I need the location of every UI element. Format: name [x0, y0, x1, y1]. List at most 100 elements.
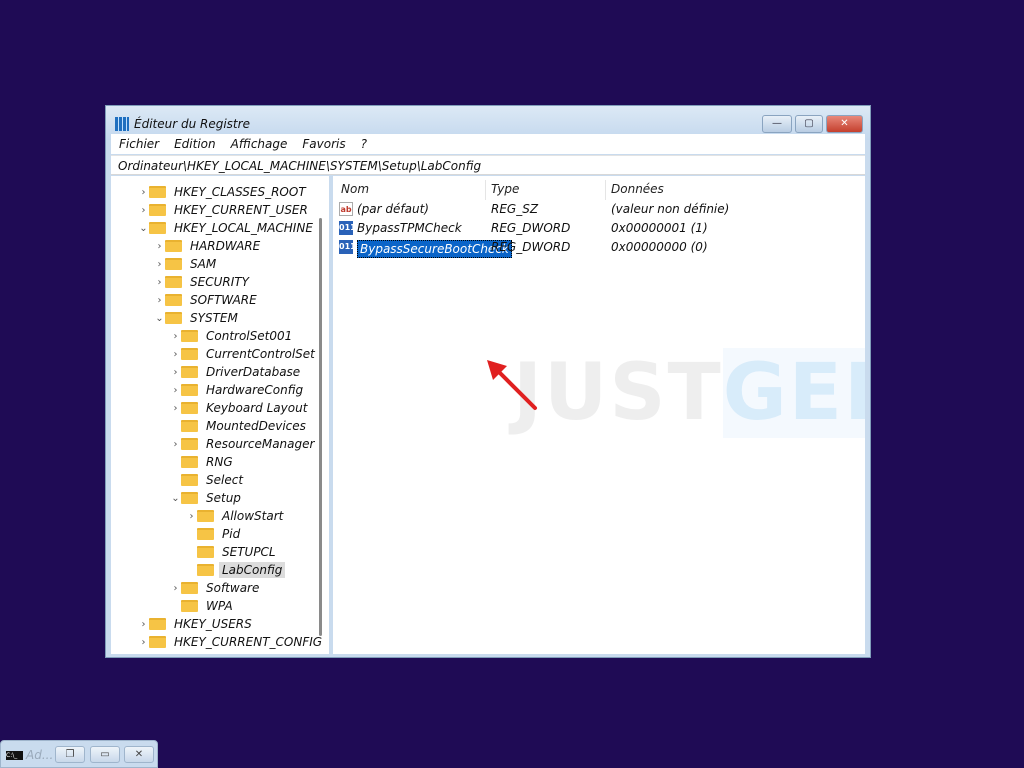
tree-item-label: Pid	[222, 527, 241, 541]
tree-item[interactable]: ⌄ HKEY_LOCAL_MACHINE	[138, 219, 316, 237]
chevron-right-icon[interactable]: ›	[154, 241, 165, 252]
tree-item[interactable]: › HardwareConfig	[170, 381, 306, 399]
folder-icon	[181, 366, 198, 378]
tree-item[interactable]: › HKEY_CURRENT_USER	[138, 201, 311, 219]
chevron-right-icon[interactable]: ›	[138, 205, 149, 216]
chevron-right-icon[interactable]: ›	[138, 187, 149, 198]
folder-icon	[181, 600, 198, 612]
tree-item[interactable]: ⌄ SYSTEM	[154, 309, 241, 327]
chevron-right-icon[interactable]: ›	[138, 619, 149, 630]
value-type: REG_SZ	[491, 202, 539, 216]
menu-bar: Fichier Edition Affichage Favoris ?	[111, 134, 865, 154]
restore-button[interactable]: ❐	[55, 746, 85, 763]
menu-fichier[interactable]: Fichier	[111, 134, 166, 154]
tree-item-label: MountedDevices	[206, 419, 306, 433]
chevron-right-icon[interactable]: ›	[154, 295, 165, 306]
address-bar[interactable]: Ordinateur\HKEY_LOCAL_MACHINE\SYSTEM\Set…	[111, 155, 865, 175]
close-button[interactable]: ✕	[124, 746, 154, 763]
folder-icon	[181, 456, 198, 468]
menu-help[interactable]: ?	[353, 134, 374, 154]
tree-item-label: Select	[206, 473, 244, 487]
tree-item-label: WPA	[206, 599, 233, 613]
tree-item-label: RNG	[206, 455, 233, 469]
chevron-right-icon[interactable]: ›	[154, 277, 165, 288]
tree-scrollbar[interactable]	[319, 218, 322, 636]
justgeek-watermark: JUSTGEEK	[513, 348, 865, 438]
tree-item[interactable]: › SECURITY	[154, 273, 252, 291]
value-row[interactable]: 011 BypassTPMCheck REG_DWORD 0x00000001 (1)	[339, 219, 859, 237]
tree-item[interactable]: MountedDevices	[170, 417, 309, 435]
tree-item-label: HKEY_USERS	[174, 617, 252, 631]
chevron-right-icon[interactable]: ›	[170, 403, 181, 414]
menu-affichage[interactable]: Affichage	[223, 134, 295, 154]
chevron-down-icon[interactable]: ⌄	[138, 223, 149, 234]
tree-item-label: ControlSet001	[206, 329, 293, 343]
minimized-command-prompt[interactable]: C:\_ Ad... ❐ ▭ ✕	[0, 740, 158, 768]
tree-item[interactable]: RNG	[170, 453, 236, 471]
column-divider[interactable]	[605, 180, 606, 200]
tree-item[interactable]: › ResourceManager	[170, 435, 317, 453]
tree-item-label: SECURITY	[190, 275, 249, 289]
value-row[interactable]: 011 BypassSecureBootCheck REG_DWORD 0x00000…	[339, 238, 859, 258]
column-header-data[interactable]: Données	[611, 182, 664, 196]
tree-item[interactable]: › ControlSet001	[170, 327, 295, 345]
tree-item[interactable]: › AllowStart	[186, 507, 286, 525]
value-row[interactable]: ab (par défaut) REG_SZ (valeur non définie)	[339, 200, 859, 218]
tree-item[interactable]: › CurrentControlSet	[170, 345, 318, 363]
tree-item[interactable]: LabConfig	[186, 561, 286, 579]
tree-item[interactable]: › Keyboard Layout	[170, 399, 310, 417]
menu-edition[interactable]: Edition	[166, 134, 223, 154]
tree-item-label: HKEY_LOCAL_MACHINE	[174, 221, 313, 235]
folder-icon	[165, 276, 182, 288]
maximize-button[interactable]: ▢	[795, 115, 823, 133]
tree-item-label: HardwareConfig	[206, 383, 304, 397]
column-header-name[interactable]: Nom	[341, 182, 369, 196]
tree-item[interactable]: Select	[170, 471, 246, 489]
column-divider[interactable]	[485, 180, 486, 200]
tree-item[interactable]: WPA	[170, 597, 236, 615]
folder-icon	[197, 564, 214, 576]
minimize-button[interactable]: —	[762, 115, 792, 133]
tree-item[interactable]: › HKEY_CLASSES_ROOT	[138, 183, 309, 201]
tree-item[interactable]: ⌄ Setup	[170, 489, 244, 507]
folder-icon	[165, 312, 182, 324]
tree-item[interactable]: › Software	[170, 579, 262, 597]
chevron-right-icon[interactable]: ›	[170, 583, 181, 594]
column-header-type[interactable]: Type	[491, 182, 519, 196]
folder-icon	[149, 618, 166, 630]
folder-icon	[149, 222, 166, 234]
tree-item[interactable]: › HKEY_CURRENT_CONFIG	[138, 633, 325, 651]
tree-item-label: Setup	[206, 491, 241, 505]
chevron-down-icon[interactable]: ⌄	[154, 313, 165, 324]
maximize-button[interactable]: ▭	[90, 746, 120, 763]
tree-item[interactable]: › DriverDatabase	[170, 363, 303, 381]
chevron-right-icon[interactable]: ›	[154, 259, 165, 270]
tree-item[interactable]: › HKEY_USERS	[138, 615, 255, 633]
value-name: BypassTPMCheck	[357, 221, 462, 235]
close-button[interactable]: ✕	[826, 115, 863, 133]
tree-item-label: ResourceManager	[206, 437, 315, 451]
folder-icon	[165, 258, 182, 270]
chevron-right-icon[interactable]: ›	[170, 349, 181, 360]
tree-item-label: HKEY_CURRENT_USER	[174, 203, 308, 217]
folder-icon	[149, 636, 166, 648]
chevron-right-icon[interactable]: ›	[170, 385, 181, 396]
chevron-right-icon[interactable]: ›	[170, 331, 181, 342]
tree-item[interactable]: › SOFTWARE	[154, 291, 260, 309]
chevron-right-icon[interactable]: ›	[138, 637, 149, 648]
tree-item[interactable]: SETUPCL	[186, 543, 279, 561]
value-name: (par défaut)	[357, 202, 429, 216]
chevron-right-icon[interactable]: ›	[186, 511, 197, 522]
minimized-window-title: Ad...	[26, 748, 54, 762]
tree-item[interactable]: › SAM	[154, 255, 219, 273]
folder-icon	[197, 546, 214, 558]
tree-item[interactable]: Pid	[186, 525, 243, 543]
folder-icon	[181, 402, 198, 414]
menu-favoris[interactable]: Favoris	[294, 134, 352, 154]
folder-icon	[181, 474, 198, 486]
tree-item[interactable]: › HARDWARE	[154, 237, 263, 255]
chevron-right-icon[interactable]: ›	[170, 439, 181, 450]
chevron-right-icon[interactable]: ›	[170, 367, 181, 378]
registry-editor-window: Éditeur du Registre — ▢ ✕ Fichier Editio…	[105, 105, 871, 658]
chevron-down-icon[interactable]: ⌄	[170, 493, 181, 504]
